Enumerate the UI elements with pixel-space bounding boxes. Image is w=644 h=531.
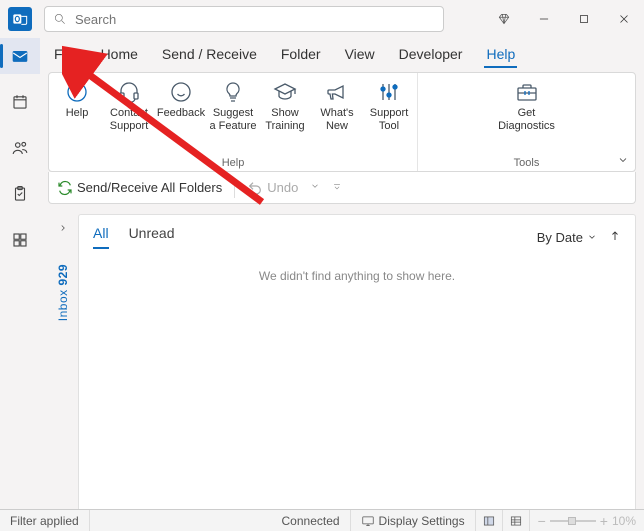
zoom-control[interactable]: − + 10% <box>530 513 644 529</box>
megaphone-icon <box>325 80 349 104</box>
tab-folder[interactable]: Folder <box>279 42 323 68</box>
help-icon <box>65 80 89 104</box>
rail-calendar[interactable] <box>0 84 40 120</box>
zoom-slider[interactable] <box>550 520 596 522</box>
tab-send-receive[interactable]: Send / Receive <box>160 42 259 68</box>
ribbon-expand[interactable] <box>617 154 629 169</box>
ribbon-show-training-label: Show Training <box>264 107 305 132</box>
ribbon-get-diagnostics[interactable]: Get Diagnostics <box>491 73 563 132</box>
view-reading[interactable] <box>503 510 530 531</box>
filter-all[interactable]: All <box>93 225 109 249</box>
ribbon: Help Contact Support Feedback Sugge <box>48 72 636 172</box>
ribbon-show-training[interactable]: Show Training <box>259 73 311 132</box>
ribbon-feedback[interactable]: Feedback <box>155 73 207 132</box>
status-filter[interactable]: Filter applied <box>0 510 90 531</box>
ribbon-contact-support[interactable]: Contact Support <box>103 73 155 132</box>
view-normal[interactable] <box>476 510 503 531</box>
rail-tasks[interactable] <box>0 176 40 212</box>
ribbon-help-label: Help <box>65 107 90 120</box>
menu-tabs: File Home Send / Receive Folder View Dev… <box>40 38 644 68</box>
lightbulb-icon <box>221 80 245 104</box>
ribbon-whats-new[interactable]: What's New <box>311 73 363 132</box>
status-display-settings[interactable]: Display Settings <box>351 510 476 531</box>
ribbon-group-tools-label: Tools <box>418 157 635 169</box>
outlook-logo <box>8 7 32 31</box>
status-bar: Filter applied Connected Display Setting… <box>0 509 644 531</box>
rail-mail[interactable] <box>0 38 40 74</box>
zoom-value: 10% <box>612 514 636 528</box>
undo-dropdown[interactable] <box>310 181 320 194</box>
tab-view[interactable]: View <box>343 42 377 68</box>
monitor-icon <box>361 514 375 528</box>
sort-label: By Date <box>537 230 583 245</box>
ribbon-suggest-feature-label: Suggest a Feature <box>208 107 257 132</box>
quick-access-bar: Send/Receive All Folders Undo <box>48 172 636 204</box>
ribbon-contact-support-label: Contact Support <box>109 107 150 132</box>
sliders-icon <box>377 80 401 104</box>
left-rail <box>0 38 40 509</box>
message-list: All Unread By Date We didn't find anythi… <box>78 214 636 509</box>
tab-file[interactable]: File <box>52 42 79 68</box>
status-display-label: Display Settings <box>379 514 465 528</box>
quick-customize[interactable] <box>332 181 342 194</box>
folder-count: 929 <box>56 264 70 286</box>
send-receive-all-button[interactable]: Send/Receive All Folders <box>57 180 222 196</box>
toolbox-icon <box>515 80 539 104</box>
tab-developer[interactable]: Developer <box>397 42 465 68</box>
send-receive-all-label: Send/Receive All Folders <box>77 180 222 195</box>
empty-message: We didn't find anything to show here. <box>79 253 635 299</box>
rail-more-apps[interactable] <box>0 222 40 258</box>
sync-icon <box>57 180 73 196</box>
headset-icon <box>117 80 141 104</box>
rail-people[interactable] <box>0 130 40 166</box>
ribbon-feedback-label: Feedback <box>156 107 206 120</box>
undo-button[interactable]: Undo <box>247 180 298 196</box>
ribbon-support-tool[interactable]: Support Tool <box>363 73 415 132</box>
ribbon-whats-new-label: What's New <box>319 107 354 132</box>
sort-button[interactable]: By Date <box>537 230 597 245</box>
folder-name: Inbox <box>56 289 70 321</box>
ribbon-support-tool-label: Support Tool <box>369 107 410 132</box>
ribbon-group-help-label: Help <box>49 157 417 169</box>
status-connected: Connected <box>272 510 351 531</box>
sort-direction[interactable] <box>609 229 621 246</box>
undo-label: Undo <box>267 180 298 195</box>
ribbon-help[interactable]: Help <box>51 73 103 132</box>
maximize-button[interactable] <box>564 0 604 38</box>
ribbon-suggest-feature[interactable]: Suggest a Feature <box>207 73 259 132</box>
premium-icon[interactable] <box>484 0 524 38</box>
close-button[interactable] <box>604 0 644 38</box>
chevron-down-icon <box>587 232 597 242</box>
tab-home[interactable]: Home <box>99 42 140 68</box>
filter-unread[interactable]: Unread <box>129 225 175 249</box>
smile-icon <box>169 80 193 104</box>
folder-vertical-label[interactable]: Inbox 929 <box>56 264 70 321</box>
search-input-container[interactable] <box>44 6 444 32</box>
search-input[interactable] <box>75 12 435 27</box>
tab-help[interactable]: Help <box>484 42 517 68</box>
search-icon <box>53 12 67 26</box>
graduation-icon <box>273 80 297 104</box>
minimize-button[interactable] <box>524 0 564 38</box>
ribbon-get-diagnostics-label: Get Diagnostics <box>497 107 556 132</box>
expand-folder-pane[interactable] <box>53 218 73 238</box>
undo-icon <box>247 180 263 196</box>
